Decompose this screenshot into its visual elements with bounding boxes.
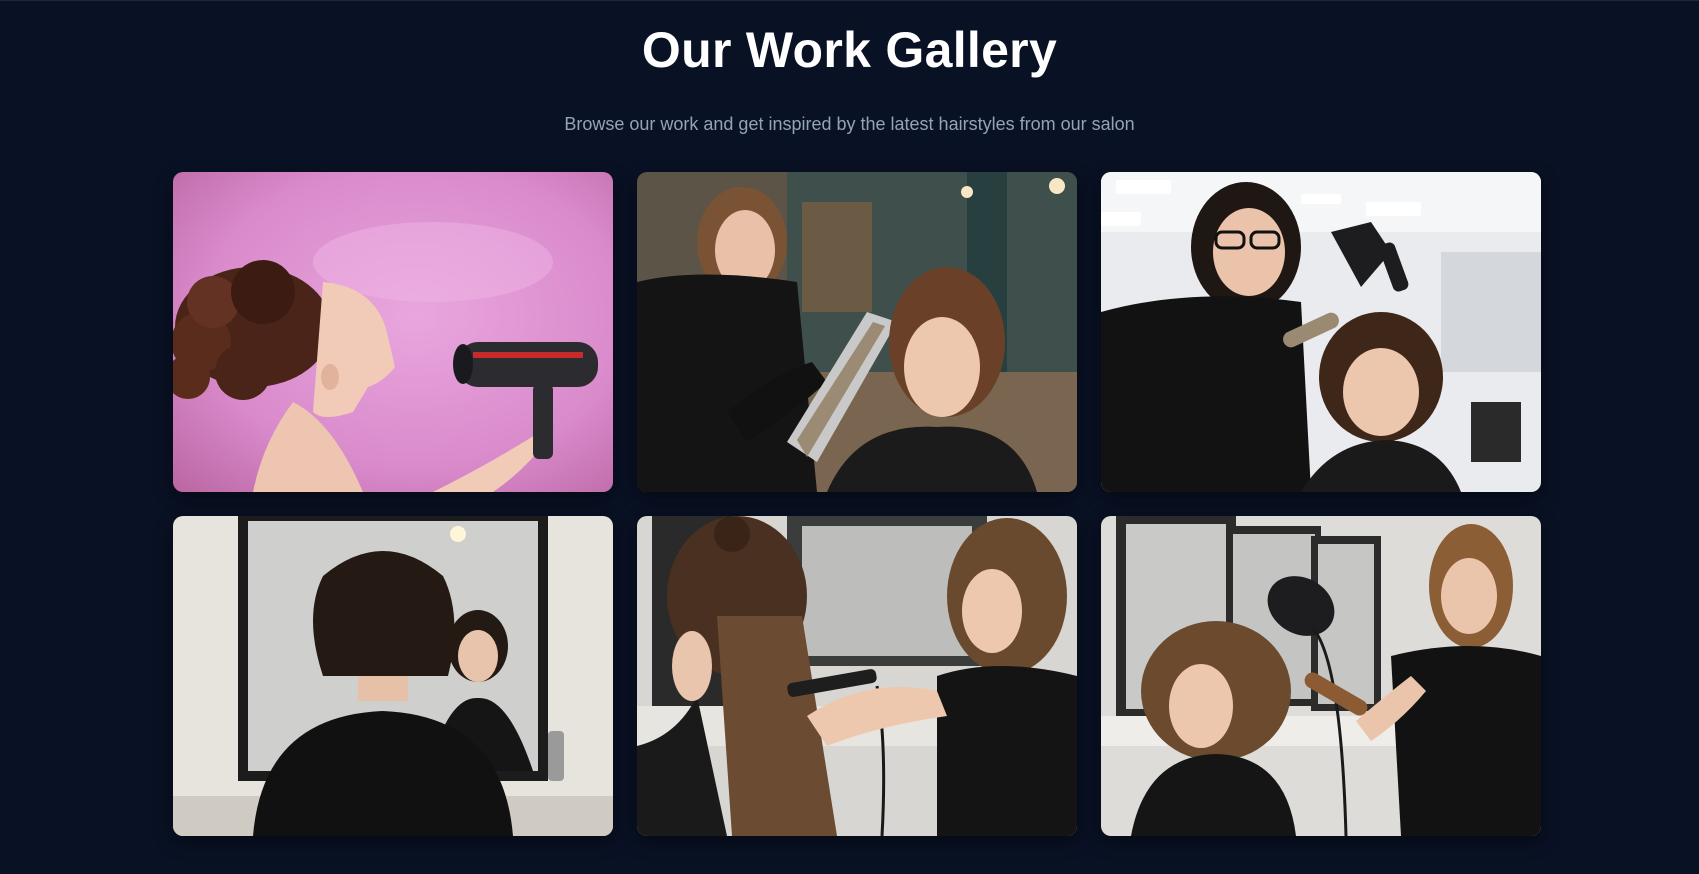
gallery-grid — [173, 172, 1541, 836]
page-title: Our Work Gallery — [641, 22, 1058, 78]
gallery-item-bob-mirror[interactable] — [173, 516, 613, 836]
page-subtitle: Browse our work and get inspired by the … — [564, 114, 1135, 134]
gallery-item-crimping[interactable] — [637, 516, 1077, 836]
gallery-image-round-brush-blowout — [1101, 172, 1541, 492]
gallery-item-foil-highlights[interactable] — [637, 172, 1077, 492]
gallery-image-foil-highlights — [637, 172, 1077, 492]
gallery-item-crimped-bob-blowout[interactable] — [1101, 516, 1541, 836]
gallery-image-bob-mirror — [173, 516, 613, 836]
gallery-header: Our Work Gallery Browse our work and get… — [0, 0, 1699, 135]
gallery-image-curly-updo — [173, 172, 613, 492]
gallery-image-crimped-bob-blowout — [1101, 516, 1541, 836]
gallery-item-round-brush-blowout[interactable] — [1101, 172, 1541, 492]
gallery-item-curly-updo[interactable] — [173, 172, 613, 492]
gallery-image-crimping — [637, 516, 1077, 836]
